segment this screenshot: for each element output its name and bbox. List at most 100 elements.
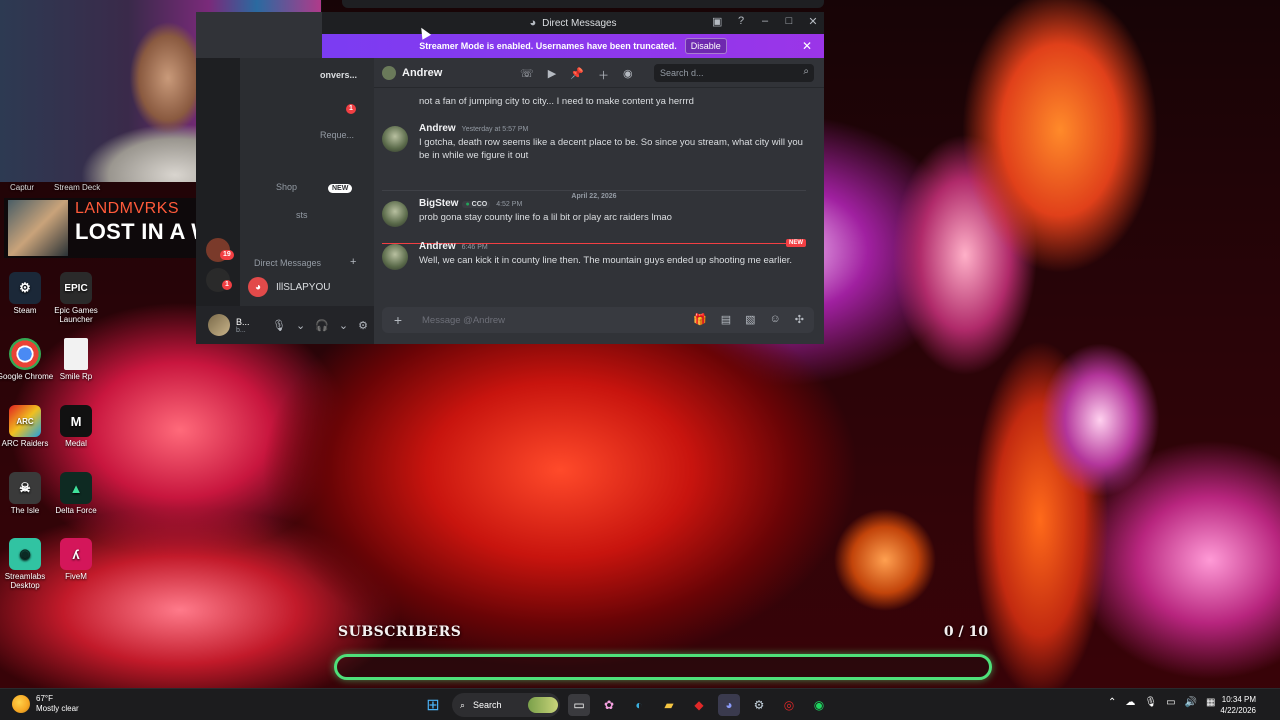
- desktop-icon-arc-raiders[interactable]: ARC ARC Raiders: [0, 405, 54, 448]
- desktop-icon-chrome[interactable]: Google Chrome: [0, 338, 54, 381]
- dm-avatar: ◕: [248, 277, 268, 297]
- verified-icon: ●: [465, 201, 470, 208]
- message-author[interactable]: Andrew Yesterday at 5:57 PM: [419, 123, 528, 134]
- message-text: prob gona stay county line fo a lil bit …: [419, 212, 672, 223]
- desktop-icon-smile-rp[interactable]: Smile Rp: [47, 338, 105, 381]
- now-playing-artist: LANDMVRKS: [75, 200, 180, 217]
- start-windows-icon[interactable]: ⊞: [422, 694, 444, 716]
- recipient-name[interactable]: Andrew: [402, 67, 442, 79]
- role-tag: ● CCO: [462, 201, 491, 208]
- discord-taskbar-icon[interactable]: ◕: [718, 694, 740, 716]
- search-input[interactable]: Search d... ⌕: [654, 64, 814, 82]
- fivem-icon: ʎ: [60, 538, 92, 570]
- apps-icon[interactable]: ✣: [795, 313, 804, 326]
- minimize-button[interactable]: –: [760, 15, 770, 28]
- shop-new-badge: NEW: [328, 184, 353, 193]
- conversations-tab[interactable]: onvers...: [320, 70, 357, 80]
- window-behind-edge: [342, 0, 824, 8]
- inbox-icon[interactable]: ▣: [712, 15, 722, 28]
- message-list: not a fan of jumping city to city... I n…: [374, 88, 824, 304]
- avatar[interactable]: [382, 126, 408, 152]
- video-call-icon[interactable]: ▶: [548, 67, 556, 83]
- discord-logo-icon: ◕: [529, 17, 537, 29]
- desktop-icon-fivem[interactable]: ʎ FiveM: [47, 538, 105, 581]
- desktop-icon-the-isle[interactable]: ☠ The Isle: [0, 472, 54, 515]
- desktop-icon-steam[interactable]: ⚙ Steam: [0, 272, 54, 315]
- steam-taskbar-icon[interactable]: ⚙: [748, 694, 770, 716]
- headphones-icon[interactable]: 🎧: [315, 319, 329, 332]
- taskbar-search[interactable]: ⌕ Search: [452, 693, 560, 717]
- message-requests-item[interactable]: Reque...: [320, 130, 354, 140]
- gift-icon[interactable]: 🎁: [693, 313, 707, 326]
- edge-icon[interactable]: ◐: [628, 694, 650, 716]
- close-banner-icon[interactable]: ✕: [802, 39, 812, 53]
- pin-icon[interactable]: 📌: [570, 67, 584, 83]
- nitro-item[interactable]: sts: [296, 210, 308, 220]
- obs-icon[interactable]: ◎: [778, 694, 800, 716]
- spotify-icon[interactable]: ◉: [808, 694, 830, 716]
- search-icon: ⌕: [803, 66, 809, 77]
- disable-streamer-mode-button[interactable]: Disable: [684, 38, 727, 54]
- add-friend-icon[interactable]: ＋: [598, 67, 609, 83]
- desktop-icon-streamlabs[interactable]: ◉ Streamlabs Desktop: [0, 538, 54, 590]
- create-dm-icon[interactable]: +: [350, 256, 356, 268]
- desktop-icon-delta-force[interactable]: ▲ Delta Force: [47, 472, 105, 515]
- taskbar-clock[interactable]: 10:34 PM 4/22/2026: [1220, 694, 1256, 716]
- server-unread-badge: 19: [220, 250, 234, 260]
- server-list: 19 1: [196, 58, 240, 344]
- streamer-mode-banner: Streamer Mode is enabled. Usernames have…: [322, 34, 824, 58]
- dm-list-item[interactable]: ◕ IllSLAPYOU: [248, 276, 368, 298]
- emoji-icon[interactable]: ☺: [770, 313, 781, 326]
- help-icon[interactable]: ?: [736, 15, 746, 28]
- shop-item[interactable]: Shop: [276, 182, 297, 192]
- avatar[interactable]: [208, 314, 230, 336]
- network-icon[interactable]: ▭: [1166, 697, 1175, 708]
- search-icon: ⌕: [460, 699, 466, 710]
- profile-icon[interactable]: ◉: [623, 67, 633, 83]
- webcam-label-stream-deck: Stream Deck: [54, 183, 101, 192]
- app-red-diamond-icon[interactable]: ◆: [688, 694, 710, 716]
- message-author[interactable]: Andrew 6:46 PM: [419, 241, 488, 252]
- copilot-icon[interactable]: ✿: [598, 694, 620, 716]
- gif-icon[interactable]: ▤: [721, 313, 731, 326]
- chevron-up-icon[interactable]: ⌃: [1108, 697, 1116, 708]
- window-titlebar[interactable]: ◕ Direct Messages ▣ ? – □ ✕: [322, 12, 824, 34]
- maximize-button[interactable]: □: [784, 15, 794, 28]
- desktop-icon-epic-games[interactable]: EPIC Epic Games Launcher: [47, 272, 105, 324]
- voice-call-icon[interactable]: ☏: [520, 67, 534, 83]
- document-icon: [64, 338, 88, 370]
- system-tray: ⌃ ☁ 🎙 ▭ 🔊 ▦: [1108, 697, 1215, 708]
- user-status: b...: [236, 326, 246, 334]
- microphone-icon[interactable]: 🎙: [272, 319, 286, 332]
- clock-time: 10:34 PM: [1221, 695, 1256, 704]
- sticker-icon[interactable]: ▧: [745, 313, 755, 326]
- weather-widget[interactable]: 67°F Mostly clear: [12, 694, 79, 714]
- medal-icon: M: [60, 405, 92, 437]
- message-author[interactable]: BigStew ● CCO 4:52 PM: [419, 198, 522, 209]
- arc-raiders-icon: ARC: [9, 405, 41, 437]
- discord-window: ◕ Direct Messages ▣ ? – □ ✕ Streamer Mod…: [196, 12, 824, 344]
- message-timestamp: 6:46 PM: [461, 244, 488, 251]
- file-explorer-icon[interactable]: ▰: [658, 694, 680, 716]
- microphone-tray-icon[interactable]: 🎙: [1144, 697, 1157, 708]
- webcam-label-capture: Captur: [10, 183, 35, 192]
- streamer-mode-text: Streamer Mode is enabled. Usernames have…: [419, 41, 677, 51]
- message-timestamp: Yesterday at 5:57 PM: [461, 126, 529, 133]
- notification-badge-icon[interactable]: ▦: [1206, 697, 1215, 708]
- message-input[interactable]: [422, 314, 672, 326]
- chrome-icon: [9, 338, 41, 370]
- cloud-icon[interactable]: ☁: [1125, 697, 1135, 708]
- attach-plus-icon[interactable]: +: [390, 312, 406, 328]
- avatar[interactable]: [382, 244, 408, 270]
- steam-icon: ⚙: [9, 272, 41, 304]
- desktop-icon-medal[interactable]: M Medal: [47, 405, 105, 448]
- avatar[interactable]: [382, 201, 408, 227]
- settings-gear-icon[interactable]: ⚙: [358, 319, 368, 332]
- volume-icon[interactable]: 🔊: [1185, 697, 1197, 708]
- close-window-button[interactable]: ✕: [808, 15, 818, 28]
- task-view-icon[interactable]: ▭: [568, 694, 590, 716]
- chevron-down-icon[interactable]: ⌄: [296, 319, 305, 332]
- avatar: [382, 65, 396, 80]
- message-timestamp: 4:52 PM: [496, 201, 523, 208]
- chevron-down-icon[interactable]: ⌄: [339, 319, 348, 332]
